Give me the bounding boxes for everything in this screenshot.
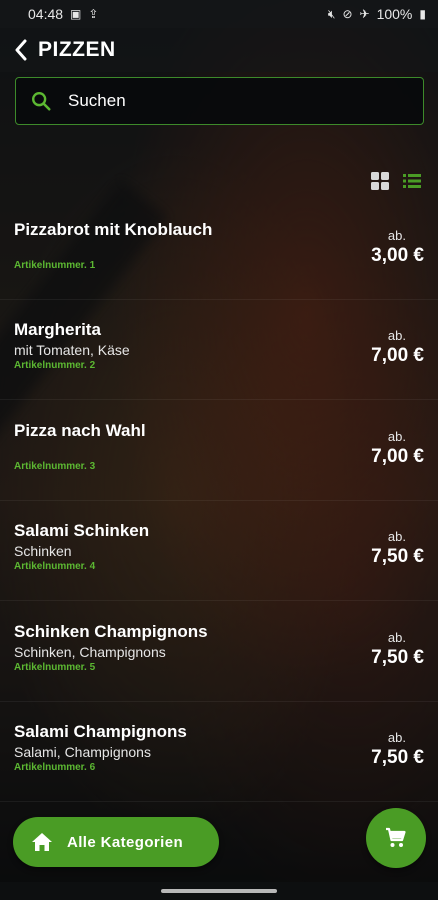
- item-name: Margherita: [14, 320, 101, 339]
- back-button[interactable]: [8, 35, 34, 65]
- shopping-cart-icon: [386, 827, 406, 847]
- gallery-icon: ▣: [70, 7, 82, 21]
- search-input[interactable]: [68, 91, 388, 111]
- list-item[interactable]: Salami Schinken Schinken Artikelnummer. …: [0, 501, 438, 601]
- item-article-number: Artikelnummer. 2: [14, 360, 96, 371]
- airplane-icon: ✈: [359, 7, 370, 21]
- item-price: 7,50 €: [371, 546, 424, 567]
- home-gesture-handle[interactable]: [161, 889, 277, 893]
- system-nav-bar: [0, 882, 438, 900]
- item-price-prefix: ab.: [387, 730, 406, 745]
- item-description: Schinken, Champignons: [14, 644, 166, 660]
- item-price: 7,00 €: [371, 345, 424, 366]
- home-icon: [32, 833, 52, 851]
- item-price: 7,00 €: [371, 446, 424, 467]
- item-article-number: Artikelnummer. 3: [14, 461, 96, 472]
- item-price-prefix: ab.: [387, 630, 406, 645]
- list-item[interactable]: Pizzabrot mit Knoblauch Artikelnummer. 1…: [0, 200, 438, 300]
- list-item[interactable]: Margherita mit Tomaten, Käse Artikelnumm…: [0, 300, 438, 400]
- item-article-number: Artikelnummer. 5: [14, 662, 96, 673]
- item-article-number: Artikelnummer. 1: [14, 260, 96, 271]
- item-article-number: Artikelnummer. 6: [14, 762, 96, 773]
- item-price-prefix: ab.: [387, 328, 406, 343]
- list-item[interactable]: Salami Champignons Salami, Champignons A…: [0, 702, 438, 802]
- item-description: mit Tomaten, Käse: [14, 342, 130, 358]
- search-bar[interactable]: [15, 77, 424, 125]
- item-price-prefix: ab.: [387, 529, 406, 544]
- list-item[interactable]: Pizza nach Wahl Artikelnummer. 3 ab. 7,0…: [0, 401, 438, 501]
- item-name: Schinken Champignons: [14, 622, 208, 641]
- battery-text: 100%: [376, 6, 413, 22]
- cart-button[interactable]: [366, 808, 426, 868]
- item-price: 3,00 €: [371, 245, 424, 266]
- view-toggles: [370, 171, 422, 191]
- list-view-icon[interactable]: [402, 171, 422, 191]
- status-time: 04:48: [28, 6, 64, 22]
- upload-icon: ⇪: [88, 7, 99, 21]
- item-description: Schinken: [14, 543, 72, 559]
- item-article-number: Artikelnummer. 4: [14, 561, 96, 572]
- all-categories-button[interactable]: Alle Kategorien: [13, 817, 219, 867]
- chevron-left-icon: [15, 39, 27, 61]
- all-categories-label: Alle Kategorien: [67, 833, 184, 851]
- item-name: Salami Schinken: [14, 521, 150, 540]
- item-name: Pizza nach Wahl: [14, 421, 146, 440]
- battery-icon: ▮: [419, 7, 426, 21]
- mute-icon: 🔇︎: [327, 6, 336, 21]
- item-name: Pizzabrot mit Knoblauch: [14, 220, 213, 239]
- app-header: PIZZEN: [0, 28, 438, 72]
- wifi-off-icon: ⊘: [342, 7, 353, 21]
- page-title: PIZZEN: [38, 38, 116, 61]
- item-price-prefix: ab.: [387, 429, 406, 444]
- search-icon: [32, 92, 51, 111]
- item-price: 7,50 €: [371, 647, 424, 668]
- status-bar: 04:48 ▣ ⇪ 🔇︎ ⊘ ✈ 100% ▮: [0, 0, 438, 28]
- item-price-prefix: ab.: [387, 228, 406, 243]
- grid-view-icon[interactable]: [370, 171, 390, 191]
- list-item[interactable]: Schinken Champignons Schinken, Champigno…: [0, 602, 438, 702]
- item-name: Salami Champignons: [14, 722, 187, 741]
- item-description: Salami, Champignons: [14, 744, 151, 760]
- item-price: 7,50 €: [371, 747, 424, 768]
